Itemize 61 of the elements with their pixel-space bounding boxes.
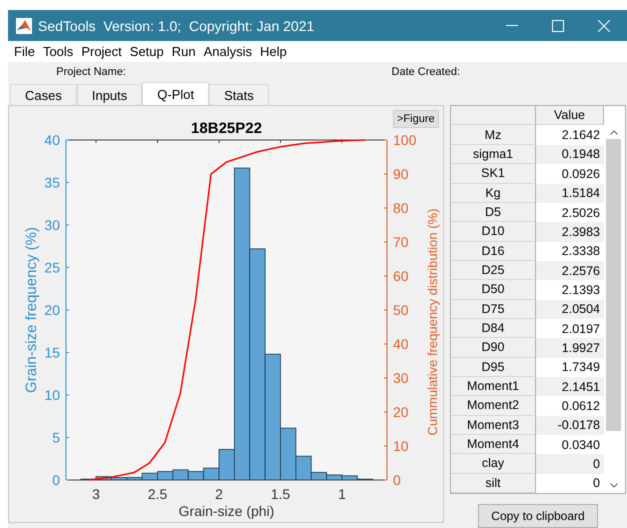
row-header: Kg: [451, 184, 536, 203]
x-tick-label: 1.5: [270, 486, 290, 502]
row-header: SK1: [451, 164, 536, 184]
row-header: Moment2: [451, 396, 536, 416]
y-tick-label: 30: [44, 217, 60, 234]
y2-tick-label: 80: [393, 200, 409, 216]
x-axis-label: Grain-size (phi): [178, 503, 274, 520]
date-created-label: Date Created:: [390, 66, 460, 78]
row-header: D90: [451, 338, 536, 358]
row-header: D5: [451, 202, 536, 222]
y2-axis-label: Cummulative frequency distribution (%): [425, 208, 440, 436]
y2-tick-label: 100: [393, 132, 416, 148]
table-cell: 2.3983: [536, 222, 604, 242]
table-cell: -0.0178: [536, 416, 604, 435]
y-tick-label: 40: [44, 132, 60, 148]
y-tick-label: 35: [44, 174, 60, 191]
row-header: D10: [451, 222, 536, 242]
project-name-label: Project Name:: [55, 66, 126, 78]
y-tick-label: 20: [44, 302, 60, 318]
y-tick-label: 15: [44, 344, 60, 361]
row-header: silt: [451, 474, 536, 493]
x-tick-label: 1: [338, 486, 346, 502]
row-header: D25: [451, 260, 536, 280]
y2-tick-label: 40: [393, 336, 409, 352]
chart-title: 18B25P22: [191, 120, 262, 138]
window-title: SedTools Version: 1.0; Copyright: Jan 2021: [38, 18, 316, 34]
row-header: Moment3: [451, 416, 536, 435]
x-tick-label: 3: [92, 486, 100, 502]
table-cell: 1.9927: [536, 338, 604, 358]
y-tick-label: 25: [44, 260, 60, 276]
y-tick-label: 10: [44, 387, 60, 404]
y-tick-label: 5: [52, 430, 60, 446]
y2-tick-label: 20: [393, 404, 409, 420]
row-header: D84: [451, 318, 536, 338]
row-header: Moment4: [451, 434, 536, 454]
x-tick-label: 2: [215, 486, 223, 502]
y2-tick-label: 30: [393, 370, 409, 386]
row-header: D50: [451, 280, 536, 300]
row-header: Moment1: [451, 376, 536, 396]
y2-tick-label: 0: [393, 472, 401, 488]
table-cell: 2.0504: [536, 300, 604, 319]
y2-tick-label: 50: [393, 302, 409, 318]
column-header: Value: [536, 106, 604, 126]
y2-tick-label: 60: [393, 268, 409, 284]
row-header: D16: [451, 242, 536, 261]
table-cell: 1.5184: [536, 184, 604, 203]
table-cell: 0.1948: [536, 144, 604, 164]
table-cell: 2.1451: [536, 376, 604, 396]
y2-tick-label: 90: [393, 166, 409, 182]
y2-tick-label: 10: [393, 438, 409, 454]
row-header: Mz: [451, 125, 536, 145]
x-tick-label: 2.5: [148, 486, 168, 502]
row-header: D75: [451, 300, 536, 319]
row-header: clay: [451, 454, 536, 474]
y2-tick-label: 70: [393, 234, 409, 250]
table-cell: 2.2576: [536, 260, 604, 280]
table-cell: 0: [536, 454, 604, 474]
y-tick-label: 0: [52, 472, 60, 488]
row-header: D95: [451, 358, 536, 377]
row-header: sigma1: [451, 144, 536, 164]
y-axis-label: Grain-size frequency (%): [23, 227, 40, 394]
